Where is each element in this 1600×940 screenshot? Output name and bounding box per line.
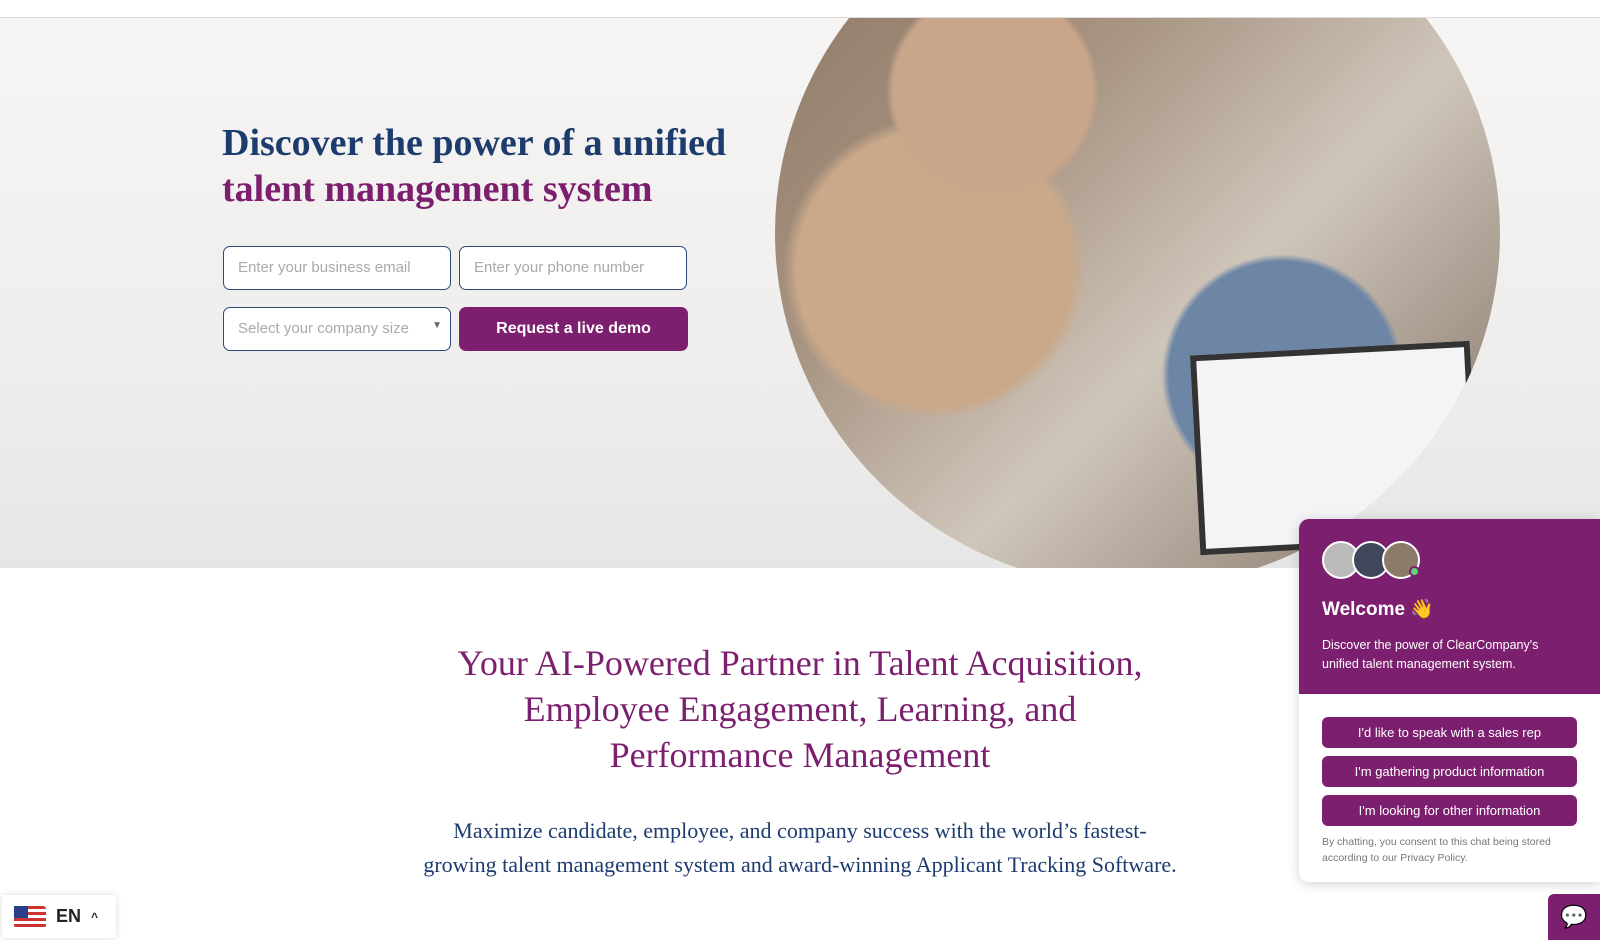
language-code: EN: [56, 906, 82, 926]
request-demo-button[interactable]: Request a live demo: [459, 307, 688, 351]
chat-welcome: Welcome 👋: [1322, 599, 1435, 620]
chat-widget: Welcome 👋 Discover the power of ClearCom…: [1299, 519, 1600, 882]
chevron-up-icon: ^: [91, 909, 99, 924]
chat-option-other[interactable]: I'm looking for other information: [1322, 795, 1577, 826]
chat-option-product[interactable]: I'm gathering product information: [1322, 756, 1577, 787]
agent-avatars: [1322, 541, 1577, 579]
title-line-1: Discover the power of a unified: [222, 122, 727, 164]
avatar: [1382, 541, 1420, 579]
hero-section: [0, 18, 1600, 568]
email-input[interactable]: Enter your business email: [223, 246, 451, 290]
chat-intro: Discover the power of ClearCompany's uni…: [1322, 638, 1539, 671]
hero-title: Discover the power of a unified talent ma…: [222, 120, 726, 212]
chat-toggle-button[interactable]: 💬: [1548, 894, 1600, 940]
online-status-icon: [1409, 566, 1420, 577]
chevron-down-icon: ▼: [432, 320, 442, 331]
title-line-2: talent management system: [222, 168, 653, 210]
select-placeholder: Select your company size: [238, 320, 409, 337]
chat-option-sales[interactable]: I'd like to speak with a sales rep: [1322, 717, 1577, 748]
language-selector[interactable]: EN ^: [2, 895, 116, 938]
top-bar: [0, 0, 1600, 18]
hero-photo: [775, 18, 1500, 568]
phone-input[interactable]: Enter your phone number: [459, 246, 687, 290]
chat-bubbles-icon: 💬: [1560, 904, 1588, 929]
company-size-select[interactable]: Select your company size ▼: [223, 307, 451, 351]
us-flag-icon: [14, 905, 46, 928]
section-body: Maximize candidate, employee, and compan…: [423, 818, 1177, 877]
chat-consent: By chatting, you consent to this chat be…: [1322, 836, 1551, 864]
section-heading: Your AI-Powered Partner in Talent Acquis…: [457, 643, 1143, 775]
